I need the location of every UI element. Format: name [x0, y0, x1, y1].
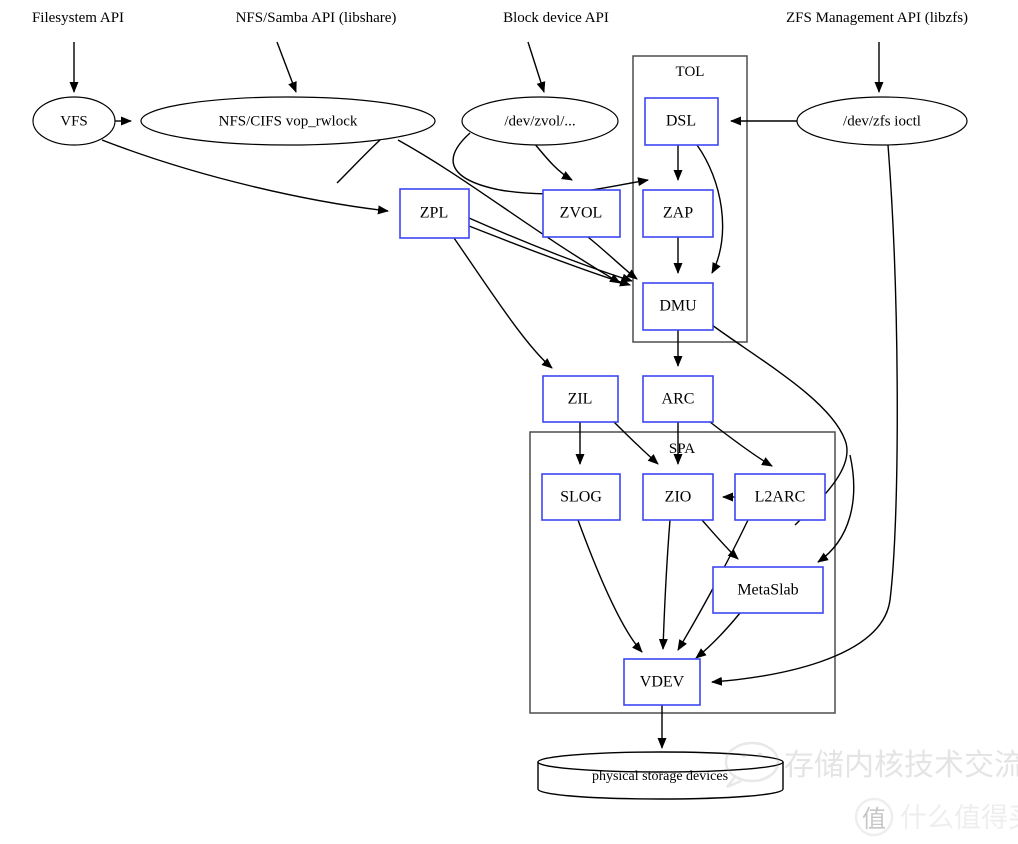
- api-label-block-device: Block device API: [503, 10, 609, 26]
- edge-nfs-api-to-nfscifs: [276, 41, 297, 93]
- node-dsl-label: DSL: [666, 113, 696, 130]
- node-arc-label: ARC: [662, 391, 695, 408]
- node-zio-label: ZIO: [665, 489, 692, 506]
- edge-zpl-to-zil: [453, 237, 553, 369]
- watermark-line1: 存储内核技术交流: [784, 748, 1018, 783]
- edges: [69, 41, 898, 749]
- node-metaslab-label: MetaSlab: [737, 582, 798, 599]
- node-metaslab[interactable]: MetaSlab: [712, 566, 824, 614]
- node-vdev[interactable]: VDEV: [623, 658, 701, 706]
- node-dmu[interactable]: DMU: [642, 282, 714, 331]
- smzdm-badge-label: 值: [862, 806, 886, 833]
- wechat-icon-eye-right: [757, 752, 763, 758]
- edge-devzvol-to-zvol: [533, 142, 573, 181]
- node-dsl[interactable]: DSL: [644, 97, 719, 146]
- diagram-canvas: TOL SPA Filesystem API NFS/Samba API (li…: [32, 10, 1018, 837]
- zfs-architecture-diagram: TOL SPA Filesystem API NFS/Samba API (li…: [0, 0, 1018, 844]
- node-nfs-cifs-vop-rwlock[interactable]: NFS/CIFS vop_rwlock: [140, 96, 436, 146]
- wechat-icon-eye-left: [741, 752, 747, 758]
- edge-zil-to-zio: [613, 421, 659, 465]
- node-zvol-label: ZVOL: [560, 205, 603, 222]
- edge-block-api-to-devzvol: [527, 41, 546, 93]
- node-slog[interactable]: SLOG: [541, 473, 621, 521]
- node-physical-storage[interactable]: physical storage devices: [537, 751, 784, 800]
- node-dmu-label: DMU: [659, 298, 697, 315]
- node-zvol[interactable]: ZVOL: [542, 189, 621, 238]
- cluster-spa-label: SPA: [669, 441, 695, 457]
- node-vdev-label: VDEV: [640, 674, 685, 691]
- watermark-smzdm: 值 什么值得买: [854, 797, 1018, 837]
- node-zap[interactable]: ZAP: [642, 189, 714, 238]
- edge-zio-to-metaslab: [701, 519, 739, 560]
- edge-nfscifs-to-zpl: [336, 139, 381, 184]
- node-dev-zvol-label: /dev/zvol/...: [504, 113, 575, 129]
- api-label-filesystem: Filesystem API: [32, 10, 124, 26]
- edge-slog-to-vdev: [577, 519, 643, 653]
- node-dev-zfs-ioctl-label: /dev/zfs ioctl: [843, 113, 921, 129]
- node-vfs-label: VFS: [60, 113, 88, 129]
- api-label-zfs-management: ZFS Management API (libzfs): [786, 10, 968, 26]
- api-label-nfs-samba: NFS/Samba API (libshare): [236, 10, 397, 26]
- watermark-line2: 什么值得买: [900, 803, 1018, 834]
- node-nfs-cifs-label: NFS/CIFS vop_rwlock: [219, 113, 358, 129]
- node-l2arc-label: L2ARC: [755, 489, 806, 506]
- edge-zio-to-vdev: [658, 519, 671, 650]
- node-dev-zfs-ioctl[interactable]: /dev/zfs ioctl: [796, 96, 968, 146]
- node-dev-zvol[interactable]: /dev/zvol/...: [461, 96, 619, 146]
- cluster-tol-label: TOL: [676, 64, 705, 80]
- edge-arc-to-l2arc: [709, 421, 773, 467]
- node-vfs[interactable]: VFS: [32, 96, 116, 146]
- node-zio[interactable]: ZIO: [642, 473, 714, 521]
- node-zpl-label: ZPL: [420, 205, 448, 222]
- node-physical-storage-label: physical storage devices: [592, 769, 728, 784]
- edge-metaslab-to-vdev: [695, 612, 741, 659]
- node-zpl[interactable]: ZPL: [399, 188, 470, 239]
- edge-zvol-to-dmu: [587, 236, 638, 280]
- node-arc[interactable]: ARC: [642, 375, 714, 423]
- node-l2arc[interactable]: L2ARC: [734, 473, 826, 521]
- node-zil[interactable]: ZIL: [542, 375, 619, 423]
- node-zil-label: ZIL: [568, 391, 593, 408]
- node-zap-label: ZAP: [663, 205, 693, 222]
- node-slog-label: SLOG: [560, 489, 602, 506]
